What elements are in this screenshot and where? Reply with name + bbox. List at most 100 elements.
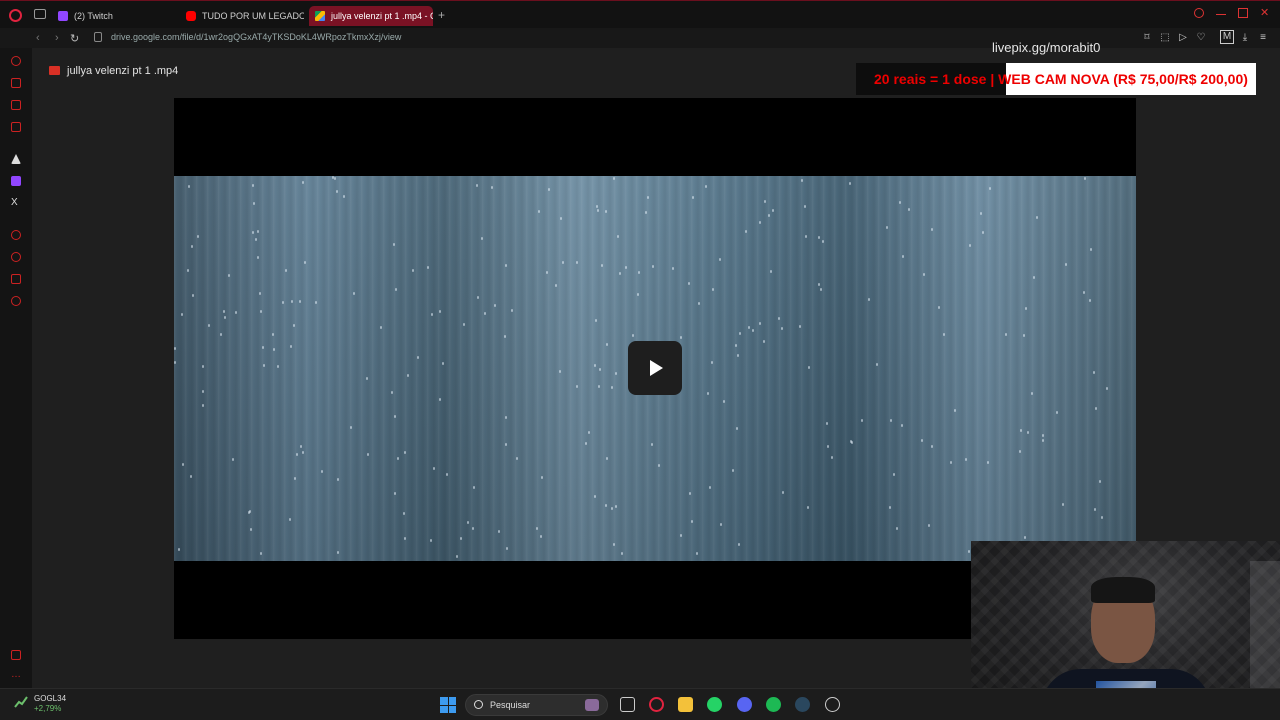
raindrop	[850, 439, 853, 443]
background-light	[1250, 561, 1280, 701]
raindrop	[803, 205, 806, 209]
tab-twitch[interactable]: (2) Twitch	[58, 6, 178, 26]
raindrop	[302, 180, 305, 184]
opera-logo-icon[interactable]	[9, 9, 22, 22]
folder-icon[interactable]	[678, 697, 693, 712]
donation-ticker: 20 reais = 1 dose | WEB CAM NOVA (R$ 75,…	[856, 63, 1256, 95]
steam-icon[interactable]	[795, 697, 810, 712]
lock-icon	[94, 32, 102, 42]
screen: (2) Twitch TUDO POR UM LEGADO... jullya …	[0, 0, 1280, 720]
back-icon[interactable]: ‹	[36, 32, 40, 44]
player-icon[interactable]	[11, 230, 21, 240]
livepix-overlay: livepix.gg/morabit0	[992, 40, 1101, 55]
tab-google-drive[interactable]: jullya velenzi pt 1 .mp4 - G	[309, 6, 433, 26]
instagram-icon[interactable]	[11, 122, 21, 132]
raindrop	[342, 195, 345, 199]
raindrop	[207, 323, 210, 327]
taskbar-search[interactable]: Pesquisar	[465, 694, 608, 716]
snapshot-icon[interactable]: ⬚	[1160, 32, 1170, 43]
history-icon[interactable]	[11, 252, 21, 262]
tab-youtube[interactable]: TUDO POR UM LEGADO...	[186, 6, 304, 26]
raindrop	[885, 226, 888, 230]
aria-icon[interactable]	[11, 56, 21, 66]
menu-icon[interactable]: ≡	[1258, 32, 1268, 43]
raindrop	[636, 293, 639, 297]
tab-label: jullya velenzi pt 1 .mp4 - G	[331, 11, 433, 21]
obs-icon[interactable]	[825, 697, 840, 712]
raindrop	[535, 526, 538, 530]
start-icon[interactable]	[440, 697, 456, 713]
raindrop	[644, 211, 647, 215]
raindrop	[476, 295, 479, 299]
raindrop	[930, 444, 933, 448]
raindrop	[596, 208, 599, 212]
opera-icon[interactable]	[649, 697, 664, 712]
raindrop	[763, 199, 766, 203]
maximize-icon[interactable]	[1238, 8, 1248, 18]
minimize-icon[interactable]	[1216, 8, 1226, 15]
drive-sidebar-icon[interactable]	[11, 154, 21, 164]
shopping-icon[interactable]	[11, 78, 21, 88]
raindrop	[466, 520, 469, 524]
raindrop	[276, 364, 279, 368]
video-file-icon	[49, 66, 60, 75]
bookmark-icon[interactable]: ⌑	[1142, 32, 1152, 43]
stock-name[interactable]: GOGL34	[34, 694, 66, 703]
raindrop	[1105, 386, 1108, 390]
raindrop	[416, 356, 419, 360]
x-icon[interactable]: X	[11, 198, 21, 208]
new-tab-button[interactable]: +	[438, 8, 445, 22]
extension-icon[interactable]: M	[1220, 30, 1234, 44]
raindrop	[223, 316, 226, 320]
search-tabs-icon[interactable]	[1194, 8, 1204, 18]
raindrop	[817, 236, 820, 240]
stock-up-icon[interactable]	[14, 695, 28, 709]
reload-icon[interactable]: ↻	[70, 32, 79, 45]
raindrop	[848, 181, 851, 185]
messenger-icon[interactable]	[11, 100, 21, 110]
raindrop	[350, 425, 353, 429]
stock-change: +2,79%	[34, 704, 62, 713]
raindrop	[1019, 428, 1022, 432]
raindrop	[554, 283, 557, 287]
raindrop	[778, 316, 780, 320]
raindrop	[691, 195, 694, 199]
url-field[interactable]: drive.google.com/file/d/1wr2ogQGxAT4yTKS…	[111, 32, 401, 42]
settings-icon[interactable]	[11, 296, 21, 306]
raindrop	[1023, 536, 1026, 540]
discord-icon[interactable]	[737, 697, 752, 712]
ticker-text: 20 reais = 1 dose | WEB CAM NOVA (R$ 75,…	[874, 71, 1248, 87]
more-icon[interactable]: …	[11, 670, 21, 682]
search-placeholder: Pesquisar	[490, 700, 531, 710]
whatsapp-icon[interactable]	[707, 697, 722, 712]
raindrop	[561, 260, 564, 264]
tab-label: TUDO POR UM LEGADO...	[202, 11, 304, 21]
raindrop	[394, 491, 397, 495]
raindrop	[942, 332, 945, 336]
play-icon[interactable]: ▷	[1178, 32, 1188, 43]
windows-taskbar: GOGL34 +2,79% Pesquisar	[0, 688, 1280, 720]
raindrop	[736, 354, 739, 358]
spotify-icon[interactable]	[766, 697, 781, 712]
raindrop	[493, 303, 496, 307]
twitch-sidebar-icon[interactable]	[11, 176, 21, 186]
raindrop	[460, 536, 463, 540]
video-frame[interactable]	[174, 176, 1136, 561]
play-button[interactable]	[628, 341, 682, 395]
forward-icon[interactable]: ›	[55, 32, 59, 44]
raindrop	[545, 270, 548, 274]
download-icon[interactable]: ⤓	[1240, 32, 1250, 43]
raindrop	[771, 208, 774, 212]
gx-icon[interactable]	[11, 650, 21, 660]
raindrop	[547, 188, 550, 192]
workspaces-icon[interactable]	[34, 9, 46, 19]
raindrop	[1061, 502, 1064, 506]
close-icon[interactable]: ✕	[1260, 8, 1270, 19]
heart-icon[interactable]: ♡	[1196, 32, 1206, 43]
raindrop	[177, 547, 180, 551]
raindrop	[321, 469, 324, 473]
raindrop	[284, 268, 287, 272]
raindrop	[595, 204, 598, 208]
extensions-icon[interactable]	[11, 274, 21, 284]
task-view-icon[interactable]	[620, 697, 635, 712]
